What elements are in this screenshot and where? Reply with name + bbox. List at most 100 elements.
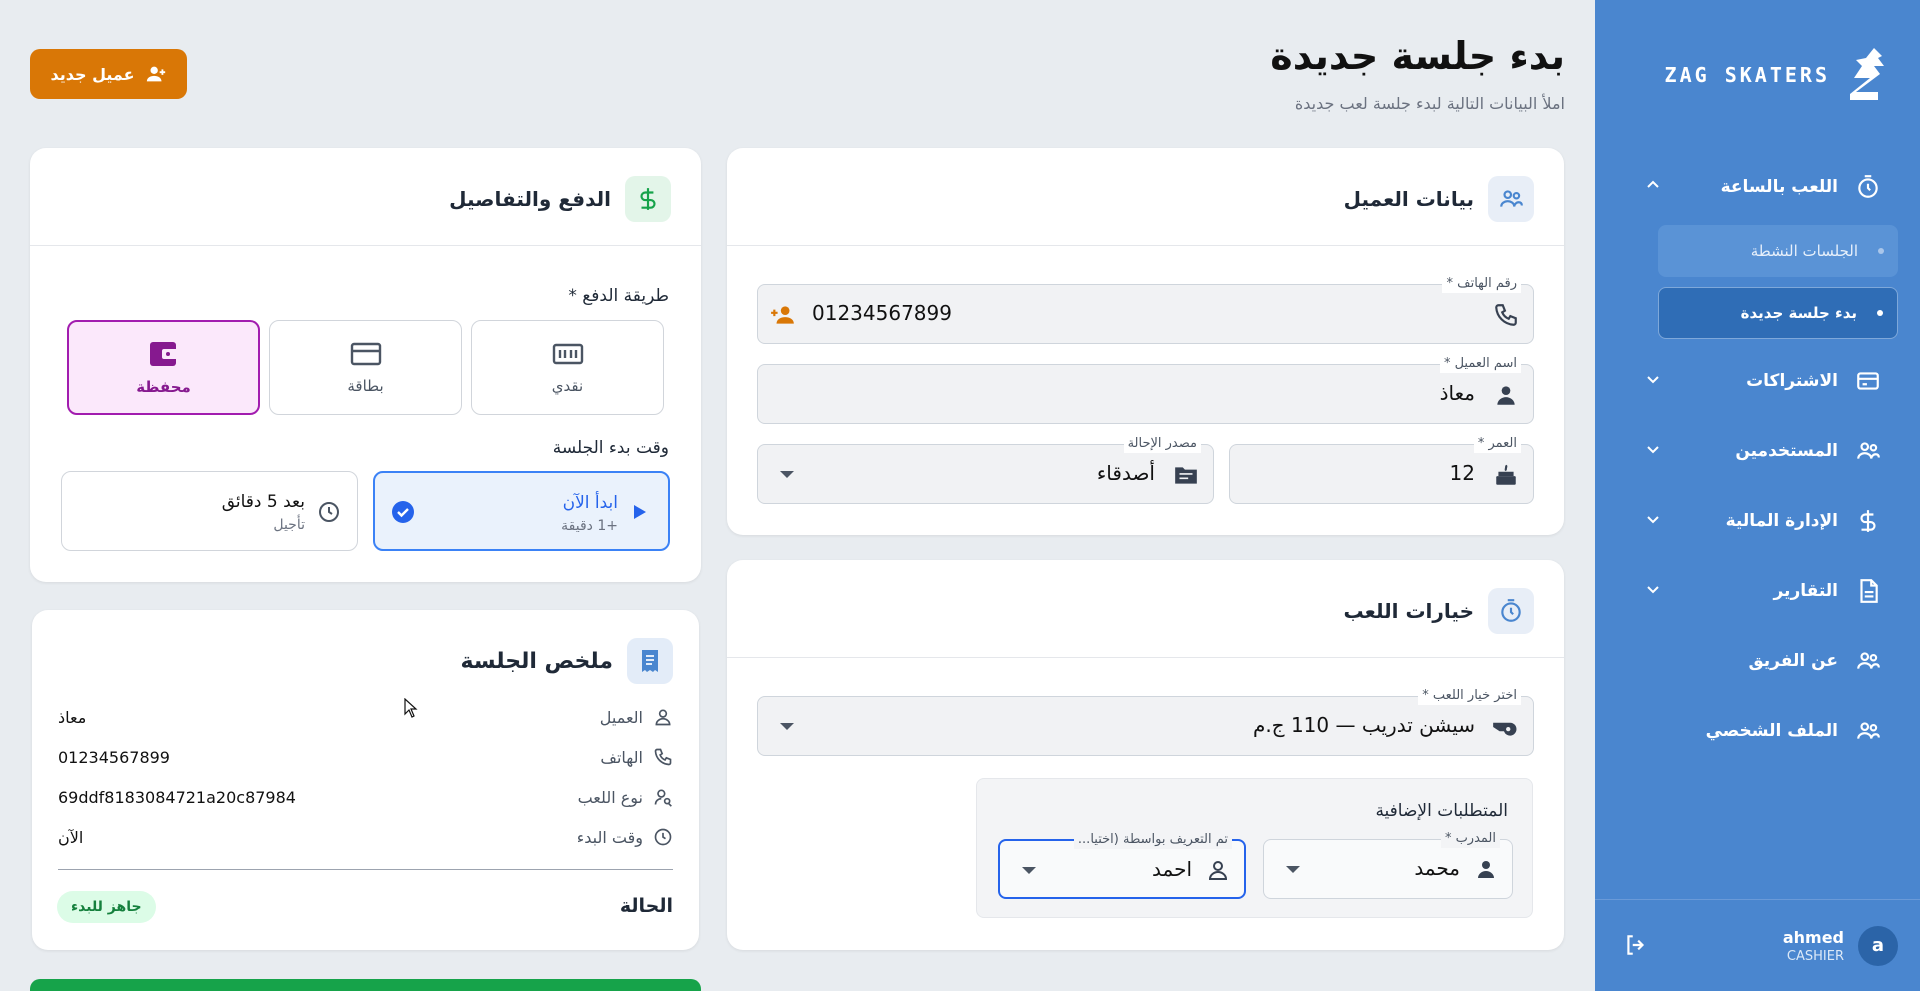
payment-cash-option[interactable]: نقدي (471, 320, 664, 415)
phone-field[interactable]: رقم الهاتف * 01234567899 (757, 275, 1534, 344)
summary-key: نوع اللعب (577, 787, 643, 807)
payment-card-header: الدفع والتفاصيل (449, 176, 671, 222)
summary-value: 01234567899 (58, 747, 170, 767)
status-label: الحالة (619, 895, 673, 917)
add-user-icon[interactable] (768, 302, 798, 328)
person-outline-icon (1206, 858, 1230, 882)
page-subtitle: املأ البيانات التالية لبدء جلسة لعب جديد… (1294, 94, 1565, 113)
chevron-down-icon (1646, 442, 1660, 456)
extras-panel: المتطلبات الإضافية المدرب * محمد تم التع… (976, 778, 1533, 918)
summary-row-start-time: وقت البدء الآن (58, 822, 673, 852)
cake-icon (1493, 462, 1519, 488)
game-option-value: سيشن تدريب — 110 ج.م (1252, 713, 1475, 737)
sidebar-item-users[interactable]: المستخدمين (1626, 427, 1896, 475)
users-icon (1488, 176, 1534, 222)
sidebar-item-reports[interactable]: التقارير (1626, 567, 1896, 615)
sidebar-item-about-team[interactable]: عن الفريق (1626, 637, 1896, 685)
start-session-button[interactable] (30, 979, 701, 991)
sidebar: ZAG SKATERS اللعب بالساعة الجلسات النشطة… (1595, 0, 1920, 991)
payment-wallet-option[interactable]: محفظة (67, 320, 260, 415)
summary-card-header: ملخص الجلسة (461, 638, 673, 684)
user-name: ahmed (1782, 927, 1844, 947)
sidebar-item-label: الاشتراكات (1746, 371, 1838, 391)
sidebar-item-label: عن الفريق (1748, 651, 1838, 671)
start-later-title: بعد 5 دقائق (221, 492, 305, 512)
card-icon (1854, 367, 1882, 395)
payment-card-option[interactable]: بطاقة (269, 320, 462, 415)
client-card-title: بيانات العميل (1343, 187, 1474, 211)
start-now-sub: +1 دقيقة (561, 518, 618, 534)
new-client-button[interactable]: عميل جديد (30, 49, 187, 99)
sidebar-subitem-new-session[interactable]: بدء جلسة جديدة (1658, 287, 1898, 339)
game-option-select[interactable]: اختر خيار اللعب * سيشن تدريب — 110 ج.م (757, 687, 1534, 756)
sidebar-item-subscriptions[interactable]: الاشتراكات (1626, 357, 1896, 405)
start-later-sub: تأجيل (273, 517, 305, 533)
referral-select[interactable]: مصدر الإحالة أصدقاء (757, 435, 1214, 504)
play-icon (632, 503, 648, 521)
divider (30, 245, 701, 246)
payment-option-label: محفظة (136, 377, 191, 396)
users-icon (1854, 437, 1882, 465)
check-circle-icon (391, 500, 415, 524)
referral-label: مصدر الإحالة (1123, 435, 1201, 453)
chevron-down-icon (1646, 372, 1660, 386)
divider (727, 245, 1564, 246)
summary-key: الهاتف (600, 747, 643, 767)
brand-logo[interactable]: ZAG SKATERS (1665, 44, 1888, 106)
summary-value: معاذ (58, 707, 87, 727)
start-later-option[interactable]: بعد 5 دقائق تأجيل (61, 471, 358, 551)
dollar-icon (625, 176, 671, 222)
add-user-icon (145, 63, 167, 85)
client-card: بيانات العميل رقم الهاتف * 01234567899 ا… (727, 148, 1564, 535)
referral-value: أصدقاء (1096, 461, 1155, 485)
folder-icon (1173, 462, 1199, 488)
new-client-label: عميل جديد (50, 64, 135, 84)
identified-by-value: احمد (1152, 857, 1192, 881)
phone-label: رقم الهاتف * (1442, 275, 1521, 293)
sidebar-subitem-active-sessions[interactable]: الجلسات النشطة (1658, 225, 1898, 277)
timer-icon (1488, 588, 1534, 634)
extras-title: المتطلبات الإضافية (1375, 801, 1508, 821)
receipt-icon (627, 638, 673, 684)
game-card-title: خيارات اللعب (1343, 599, 1474, 623)
sidebar-item-profile[interactable]: الملف الشخصي (1626, 707, 1896, 755)
sidebar-item-finance[interactable]: الإدارة المالية (1626, 497, 1896, 545)
bullet-dot (1877, 310, 1883, 316)
sidebar-item-hourly-play[interactable]: اللعب بالساعة (1626, 163, 1896, 211)
cash-icon (552, 341, 584, 367)
payment-method-label: طريقة الدفع * (568, 286, 669, 306)
game-option-label: اختر خيار اللعب * (1418, 687, 1521, 705)
payment-option-label: بطاقة (347, 376, 384, 395)
client-name-value: معاذ (1439, 381, 1475, 405)
whistle-icon (1491, 714, 1519, 740)
identified-by-select[interactable]: تم التعريف بواسطة (اختيا... احمد (998, 831, 1246, 899)
chevron-up-icon (1646, 178, 1660, 192)
summary-value: 69ddf8183084721a20c87984 (58, 787, 296, 807)
client-name-field[interactable]: اسم العميل * معاذ (757, 355, 1534, 424)
summary-row-client: العميل معاذ (58, 702, 673, 732)
game-card-header: خيارات اللعب (1343, 588, 1534, 634)
sidebar-item-label: الإدارة المالية (1725, 511, 1838, 531)
user-panel: a ahmed CASHIER (1595, 899, 1920, 991)
clock-icon (317, 500, 341, 524)
dropdown-caret-icon (1286, 866, 1300, 873)
phone-icon (1493, 302, 1519, 328)
document-icon (1854, 577, 1882, 605)
sidebar-subitem-label: الجلسات النشطة (1750, 242, 1858, 260)
coach-label: المدرب * (1440, 830, 1500, 848)
dollar-icon (1854, 507, 1882, 535)
user-role: CASHIER (1786, 948, 1844, 964)
dropdown-caret-icon (780, 471, 794, 478)
dropdown-caret-icon (780, 723, 794, 730)
avatar[interactable]: a (1858, 925, 1898, 966)
sidebar-item-label: الملف الشخصي (1705, 721, 1838, 741)
age-field[interactable]: العمر * 12 (1229, 435, 1534, 504)
summary-row-game-type: نوع اللعب 69ddf8183084721a20c87984 (58, 782, 673, 812)
dropdown-caret-icon (1022, 867, 1036, 874)
identified-by-label: تم التعريف بواسطة (اختيا... (1073, 831, 1232, 849)
person-icon (1474, 857, 1498, 881)
coach-select[interactable]: المدرب * محمد (1263, 830, 1513, 899)
start-now-title: ابدأ الآن (562, 493, 618, 513)
logout-icon[interactable] (1623, 932, 1649, 958)
start-now-option[interactable]: ابدأ الآن +1 دقيقة (373, 471, 670, 551)
